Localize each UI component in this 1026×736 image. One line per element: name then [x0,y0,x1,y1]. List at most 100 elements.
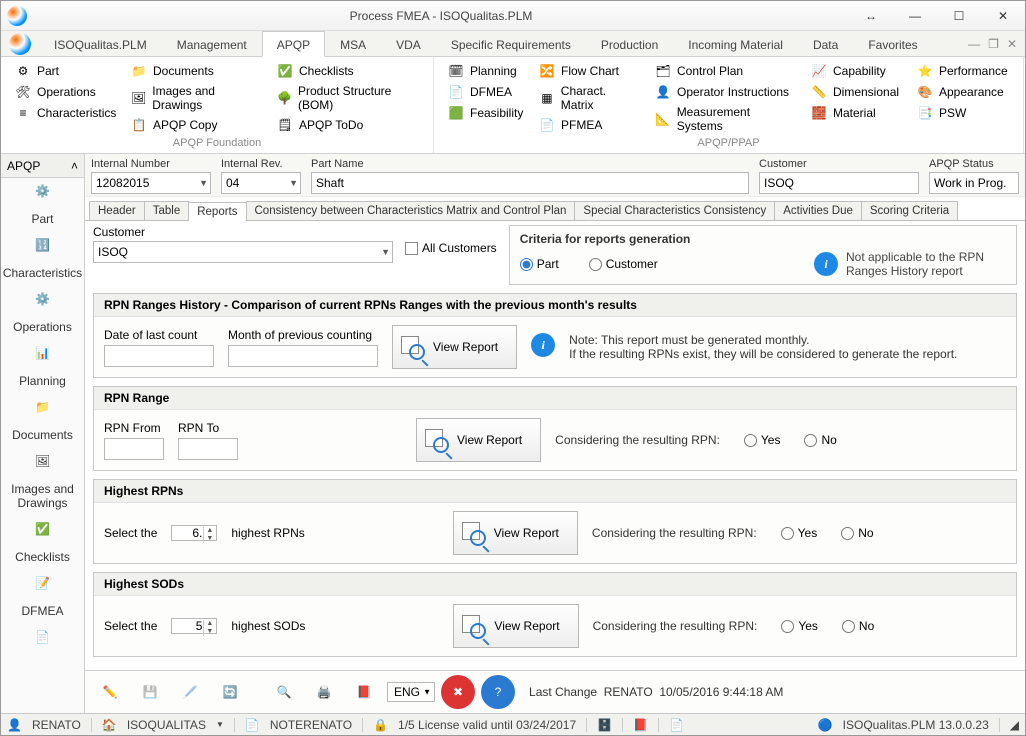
highest-sods-spinner[interactable]: 5▲▼ [171,618,217,634]
sods-yes-radio[interactable]: Yes [781,619,818,633]
tree-icon: 🌳 [277,90,292,106]
rib-performance[interactable]: ⭐Performance [913,61,1013,81]
minimize-button[interactable]: — [893,2,937,30]
app-menu-icon[interactable] [9,33,31,55]
view-report-history-button[interactable]: View Report [392,325,517,369]
rib-images-drawings[interactable]: 🖼Images and Drawings [127,82,267,114]
side-collapse-icon[interactable]: ˄ [71,159,78,173]
last-count-input[interactable] [104,345,214,367]
tab-scoring-criteria[interactable]: Scoring Criteria [861,201,958,220]
help-button[interactable]: ? [481,675,515,709]
rib-dfmea[interactable]: 📄DFMEA [444,82,529,102]
rib-checklists[interactable]: ✅Checklists [273,61,423,81]
caption-extra-icon[interactable]: ↔ [849,2,893,30]
rib-apqp-todo[interactable]: 🗒APQP ToDo [273,115,423,135]
rib-feasibility[interactable]: 🟩Feasibility [444,103,529,123]
side-part[interactable]: ⚙️Part [1,178,84,232]
mdi-minimize-icon[interactable]: — [968,37,980,51]
rib-characteristics[interactable]: ≡Characteristics [11,103,121,123]
pdf-button[interactable]: 📕 [347,675,381,709]
range-yes-radio[interactable]: Yes [744,433,781,447]
rib-control-plan[interactable]: 🗂Control Plan [651,61,801,81]
tab-isoqualitas[interactable]: ISOQualitas.PLM [39,31,162,56]
rib-dimensional[interactable]: 📏Dimensional [807,82,907,102]
rib-measurement[interactable]: 📐Measurement Systems [651,103,801,135]
side-documents[interactable]: 📁Documents [1,394,84,448]
rib-documents[interactable]: 📁Documents [127,61,267,81]
rib-planning[interactable]: 🗓Planning [444,61,529,81]
rib-material[interactable]: 🧱Material [807,103,907,123]
side-dfmea[interactable]: 📝DFMEA [1,570,84,624]
mdi-restore-icon[interactable]: ❐ [988,37,999,51]
rib-pfmea[interactable]: 📄PFMEA [535,115,645,135]
rpn-to-input[interactable] [178,438,238,460]
spin-down-icon[interactable]: ▼ [203,628,215,636]
view-report-highest-sods-button[interactable]: View Report [453,604,578,648]
rib-bom[interactable]: 🌳Product Structure (BOM) [273,82,423,114]
view-report-range-button[interactable]: View Report [416,418,541,462]
status-company[interactable]: ISOQUALITAS [127,718,206,732]
side-checklists[interactable]: ✅Checklists [1,516,84,570]
rib-charact-matrix[interactable]: ▦Charact. Matrix [535,82,645,114]
sods-no-radio[interactable]: No [842,619,874,633]
tab-production[interactable]: Production [586,31,673,56]
rib-psw[interactable]: 📑PSW [913,103,1013,123]
spin-up-icon[interactable]: ▲ [203,527,215,535]
tab-favorites[interactable]: Favorites [853,31,932,56]
print-button[interactable]: 🖨️ [307,675,341,709]
rpns-no-radio[interactable]: No [841,526,873,540]
side-planning[interactable]: 📊Planning [1,340,84,394]
close-red-button[interactable]: ✖ [441,675,475,709]
rib-part[interactable]: ⚙Part [11,61,121,81]
tab-consistency-matrix[interactable]: Consistency between Characteristics Matr… [246,201,576,220]
tab-management[interactable]: Management [162,31,262,56]
mdi-close-icon[interactable]: ✕ [1007,37,1017,51]
tab-special-characteristics[interactable]: Special Characteristics Consistency [574,201,775,220]
internal-rev-combo[interactable]: 04▼ [221,172,301,194]
resize-grip-icon[interactable]: ◢ [1010,718,1019,732]
rib-appearance[interactable]: 🎨Appearance [913,82,1013,102]
part-name-input[interactable]: Shaft [311,172,749,194]
rib-apqp-copy[interactable]: 📋APQP Copy [127,115,267,135]
internal-number-combo[interactable]: 12082015▼ [91,172,211,194]
side-characteristics[interactable]: 🔢Characteristics [1,232,84,286]
side-more[interactable]: 📄 [1,624,84,662]
save-button[interactable]: 💾 [133,675,167,709]
spin-down-icon[interactable]: ▼ [203,535,215,543]
rib-flowchart[interactable]: 🔀Flow Chart [535,61,645,81]
preview-button[interactable]: 🔍 [267,675,301,709]
tab-apqp[interactable]: APQP [262,31,325,57]
rpn-from-input[interactable] [104,438,164,460]
criteria-customer-radio[interactable]: Customer [589,257,658,271]
criteria-part-radio[interactable]: Part [520,257,559,271]
language-combo[interactable]: ENG▼ [387,682,435,702]
prev-month-input[interactable] [228,345,378,367]
side-operations[interactable]: ⚙️Operations [1,286,84,340]
tab-vda[interactable]: VDA [381,31,436,56]
refresh-button[interactable]: 🔄 [213,675,247,709]
view-report-highest-rpns-button[interactable]: View Report [453,511,578,555]
report-customer-combo[interactable]: ISOQ▼ [93,241,393,263]
tab-header[interactable]: Header [89,201,145,220]
close-button[interactable]: ✕ [981,2,1025,30]
tab-data[interactable]: Data [798,31,853,56]
rib-operator-instr[interactable]: 👤Operator Instructions [651,82,801,102]
range-no-radio[interactable]: No [804,433,836,447]
tab-msa[interactable]: MSA [325,31,381,56]
rpns-yes-radio[interactable]: Yes [781,526,818,540]
side-images-drawings[interactable]: 🖼Images and Drawings [1,448,84,516]
tab-activities-due[interactable]: Activities Due [774,201,862,220]
maximize-button[interactable]: ☐ [937,2,981,30]
customer-input[interactable]: ISOQ [759,172,919,194]
tab-specific-requirements[interactable]: Specific Requirements [436,31,586,56]
tab-incoming-material[interactable]: Incoming Material [673,31,798,56]
tab-reports[interactable]: Reports [188,202,246,221]
spin-up-icon[interactable]: ▲ [203,620,215,628]
cancel-edit-button[interactable]: 🖊️ [173,675,207,709]
rib-operations[interactable]: 🛠Operations [11,82,121,102]
rib-capability[interactable]: 📈Capability [807,61,907,81]
edit-button[interactable]: ✏️ [93,675,127,709]
all-customers-checkbox[interactable]: All Customers [405,241,497,255]
tab-table[interactable]: Table [144,201,190,220]
highest-rpns-spinner[interactable]: 6.▲▼ [171,525,217,541]
